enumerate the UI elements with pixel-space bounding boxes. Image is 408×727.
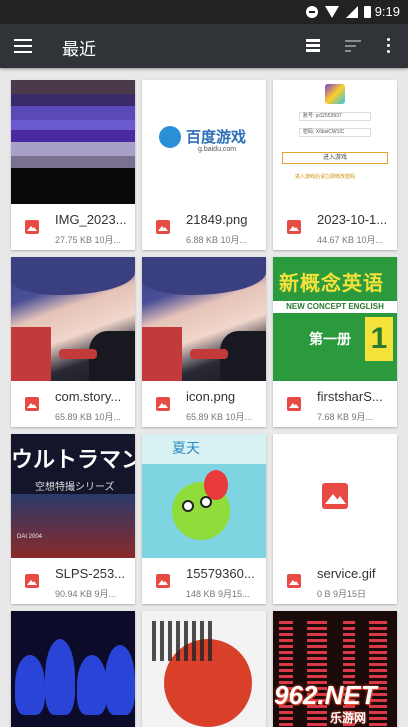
file-name: IMG_2023...	[55, 212, 127, 227]
status-time: 9:19	[374, 4, 400, 19]
game-icon	[325, 84, 345, 104]
file-info: IMG_2023... 27.75 KB 10月...	[11, 204, 135, 250]
file-card[interactable]: 百度游戏 g.baidu.com 21849.png 6.88 KB 10月..…	[142, 80, 266, 250]
watermark-sub-text: 乐游网	[330, 711, 367, 725]
login-note-text: 进入游戏后请立即修改密码	[295, 174, 356, 180]
watermark-main-text: 962.NET	[274, 680, 377, 710]
file-info: com.story... 65.89 KB 10月...	[11, 381, 135, 427]
battery-icon	[364, 6, 371, 18]
file-meta: 6.88 KB 10月...	[186, 235, 248, 245]
file-thumbnail	[11, 80, 135, 204]
file-thumbnail	[142, 257, 266, 381]
list-view-icon[interactable]	[306, 39, 320, 52]
file-info: 2023-10-1... 44.67 KB 10月...	[273, 204, 397, 250]
baidu-logo-text: 百度游戏	[186, 129, 247, 146]
file-card[interactable]: 新概念英语 NEW CONCEPT ENGLISH 第一册 1 firstsha…	[273, 257, 397, 427]
file-card[interactable]: service.gif 0 B 9月15日	[273, 434, 397, 604]
file-meta: 44.67 KB 10月...	[317, 235, 384, 245]
baidu-paw-logo	[159, 126, 181, 148]
app-bar: 最近	[0, 24, 408, 68]
file-card[interactable]	[11, 611, 135, 727]
sort-icon[interactable]	[345, 40, 361, 52]
file-name: 2023-10-1...	[317, 212, 388, 227]
file-name: icon.png	[186, 389, 236, 404]
file-thumbnail: 账号: jc02553937 密码: X6bsiCW1IC 进入游戏 进入游戏后…	[273, 80, 397, 204]
summer-title: 夏天	[142, 434, 266, 464]
file-meta: 7.68 KB 9月...	[317, 412, 374, 422]
image-file-icon	[25, 220, 39, 234]
file-thumbnail: 百度游戏 g.baidu.com	[142, 80, 266, 204]
file-name: 15579360...	[186, 566, 255, 581]
image-file-icon	[156, 220, 170, 234]
more-options-icon[interactable]	[387, 38, 391, 54]
page-title: 最近	[62, 40, 96, 59]
file-card[interactable]: IMG_2023... 27.75 KB 10月...	[11, 80, 135, 250]
site-watermark: 962.NET 乐游网	[274, 680, 404, 725]
login-button-text: 进入游戏	[282, 152, 388, 164]
file-info: service.gif 0 B 9月15日	[273, 558, 397, 604]
image-file-icon	[156, 574, 170, 588]
file-info: 21849.png 6.88 KB 10月...	[142, 204, 266, 250]
file-info: SLPS-253... 90.94 KB 9月...	[11, 558, 135, 604]
baidu-url-text: g.baidu.com	[198, 146, 237, 153]
file-thumbnail: 夏天	[142, 434, 266, 558]
file-meta: 90.94 KB 9月...	[55, 589, 117, 599]
file-name: 21849.png	[186, 212, 248, 227]
file-card[interactable]: ウルトラマン 空想特撮シリーズ DAI 2004 SLPS-253... 90.…	[11, 434, 135, 604]
file-info: icon.png 65.89 KB 10月...	[142, 381, 266, 427]
login-account-text: 账号: jc02553937	[299, 112, 371, 121]
image-file-icon	[25, 397, 39, 411]
cellular-signal-icon	[346, 6, 358, 18]
english-book-band: NEW CONCEPT ENGLISH	[273, 301, 397, 313]
file-thumbnail	[11, 611, 135, 727]
english-book-number: 1	[365, 317, 393, 361]
ultra-tiny-text: DAI 2004	[17, 534, 43, 540]
english-book-volume: 第一册	[309, 331, 351, 347]
file-card[interactable]: 账号: jc02553937 密码: X6bsiCW1IC 进入游戏 进入游戏后…	[273, 80, 397, 250]
file-info: firstsharS... 7.68 KB 9月...	[273, 381, 397, 427]
file-thumbnail: 新概念英语 NEW CONCEPT ENGLISH 第一册 1	[273, 257, 397, 381]
file-meta: 65.89 KB 10月...	[55, 412, 122, 422]
image-placeholder-icon	[322, 483, 348, 509]
hamburger-menu-icon[interactable]	[14, 39, 32, 53]
image-file-icon	[287, 397, 301, 411]
image-file-icon	[25, 574, 39, 588]
file-card[interactable]	[142, 611, 266, 727]
file-name: SLPS-253...	[55, 566, 126, 581]
login-password-text: 密码: X6bsiCW1IC	[299, 128, 371, 137]
file-meta: 0 B 9月15日	[317, 589, 367, 599]
image-file-icon	[287, 574, 301, 588]
file-meta: 148 KB 9月15...	[186, 589, 250, 599]
do-not-disturb-icon	[306, 6, 318, 18]
file-thumbnail	[142, 611, 266, 727]
file-card[interactable]: icon.png 65.89 KB 10月...	[142, 257, 266, 427]
file-info: 15579360... 148 KB 9月15...	[142, 558, 266, 604]
file-thumbnail	[273, 434, 397, 558]
english-book-title: 新概念英语	[279, 273, 384, 295]
file-card[interactable]: 夏天 15579360... 148 KB 9月15...	[142, 434, 266, 604]
ultra-subtitle: 空想特撮シリーズ	[35, 482, 115, 493]
file-name: service.gif	[317, 566, 376, 581]
file-card[interactable]: com.story... 65.89 KB 10月...	[11, 257, 135, 427]
file-meta: 27.75 KB 10月...	[55, 235, 122, 245]
wifi-icon	[325, 6, 339, 18]
file-name: com.story...	[55, 389, 122, 404]
file-thumbnail: ウルトラマン 空想特撮シリーズ DAI 2004	[11, 434, 135, 558]
file-thumbnail	[11, 257, 135, 381]
image-file-icon	[287, 220, 301, 234]
file-meta: 65.89 KB 10月...	[186, 412, 253, 422]
image-file-icon	[156, 397, 170, 411]
status-bar: 9:19	[0, 0, 408, 24]
file-name: firstsharS...	[317, 389, 383, 404]
ultra-title: ウルトラマン	[11, 447, 135, 472]
